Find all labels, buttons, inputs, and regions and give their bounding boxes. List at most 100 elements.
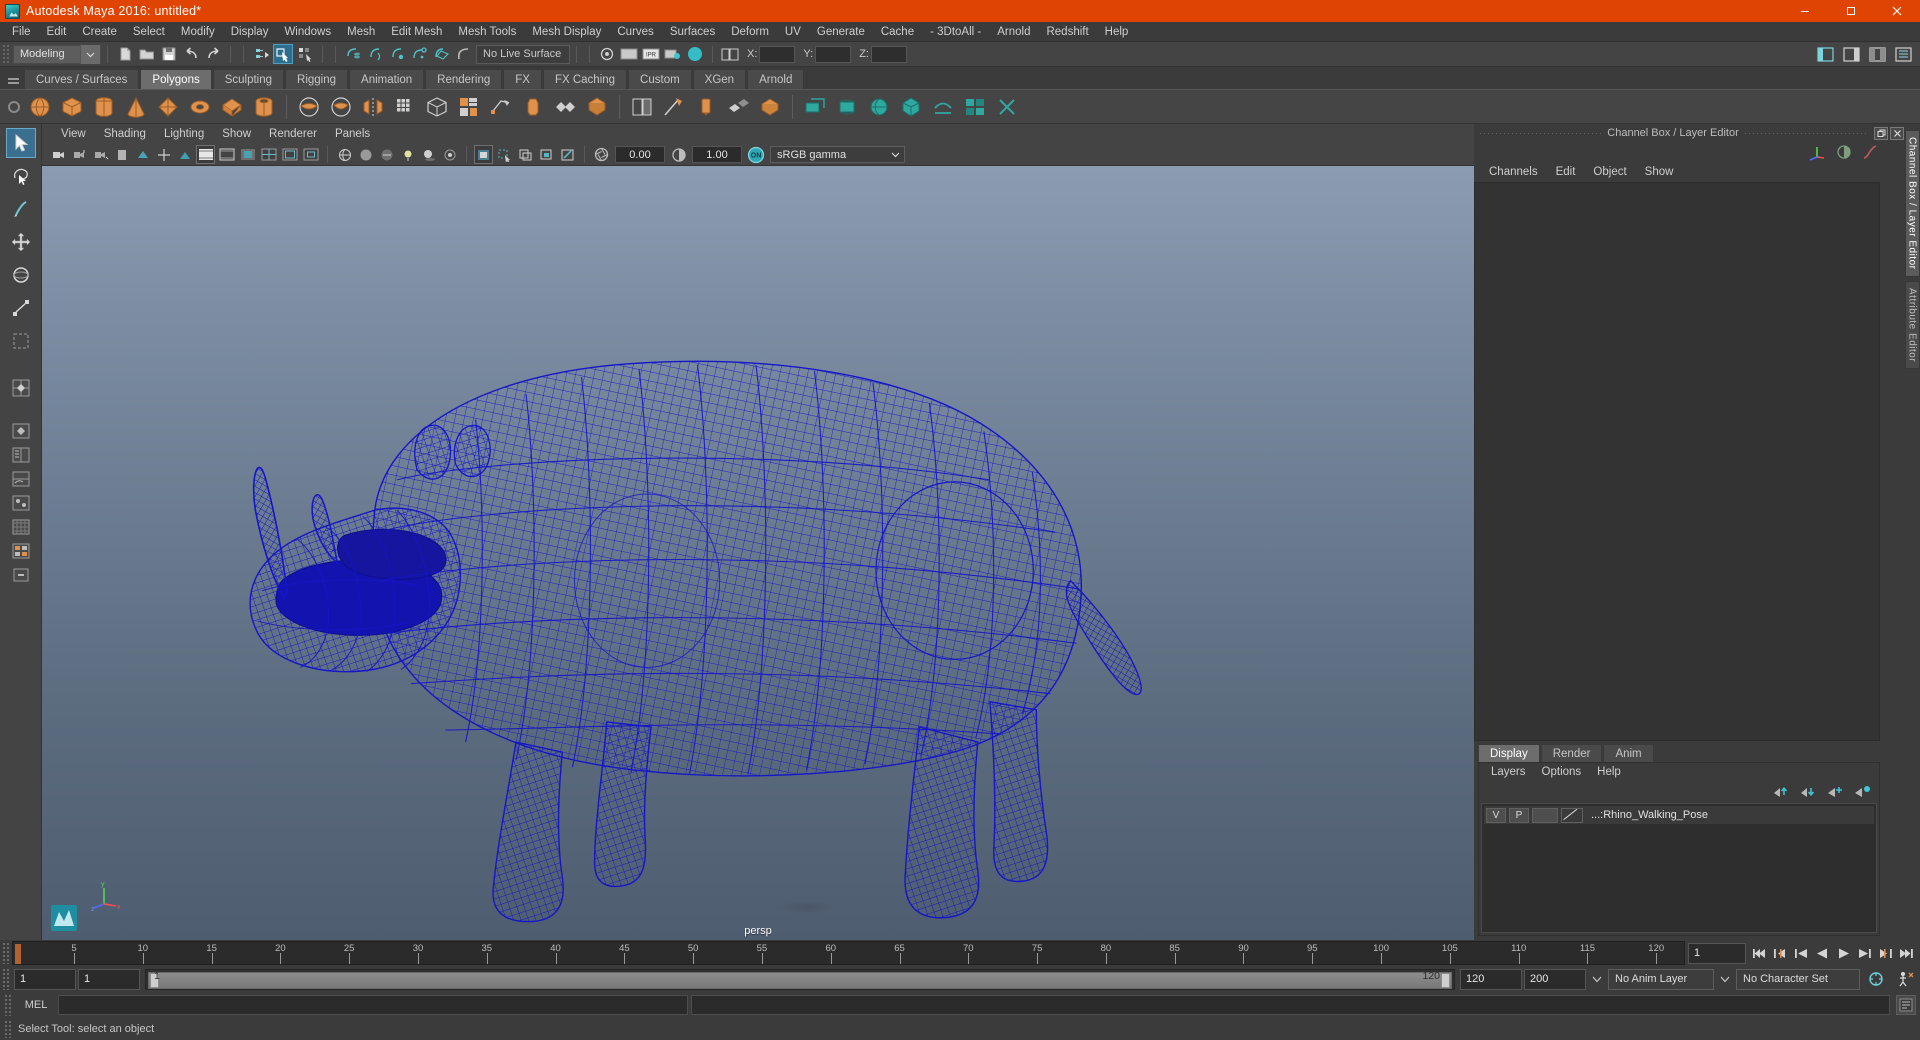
menu-edit[interactable]: Edit <box>39 23 75 41</box>
hypershade-icon[interactable] <box>685 44 705 64</box>
poly-quad-draw-icon[interactable] <box>723 92 753 122</box>
auto-keyframe-toggle-icon[interactable] <box>1862 970 1890 988</box>
safe-title-icon[interactable] <box>301 145 320 164</box>
minimize-icon[interactable] <box>1782 0 1828 22</box>
layout-four-view-icon[interactable] <box>6 373 36 403</box>
layout-single-perspective-icon[interactable] <box>9 420 33 442</box>
poly-crease-icon[interactable] <box>755 92 785 122</box>
menu-redshift[interactable]: Redshift <box>1038 23 1096 41</box>
poly-torus-icon[interactable] <box>185 92 215 122</box>
menu-mesh[interactable]: Mesh <box>339 23 383 41</box>
screen-space-ao-icon[interactable] <box>440 145 459 164</box>
poly-cone-icon[interactable] <box>121 92 151 122</box>
uv-planar-icon[interactable] <box>800 92 830 122</box>
layer-type-toggle[interactable] <box>1532 807 1558 823</box>
poly-boolean-difference-icon[interactable] <box>326 92 356 122</box>
step-forward-keyframe-icon[interactable] <box>1875 942 1895 964</box>
sidebar-channel-box-icon[interactable] <box>1893 44 1913 64</box>
snap-to-grid-icon[interactable] <box>343 44 363 64</box>
render-settings-icon[interactable]: IPR <box>641 44 661 64</box>
menu-surfaces[interactable]: Surfaces <box>662 23 723 41</box>
menu-arnold[interactable]: Arnold <box>989 23 1038 41</box>
layout-persp-graph-icon[interactable] <box>9 468 33 490</box>
current-time-indicator[interactable] <box>15 944 21 964</box>
menu-mesh-display[interactable]: Mesh Display <box>524 23 609 41</box>
uv-unfold-icon[interactable] <box>928 92 958 122</box>
last-tool-used-icon[interactable] <box>6 326 36 356</box>
shelf-tab-custom[interactable]: Custom <box>628 69 692 89</box>
play-backwards-icon[interactable] <box>1812 942 1832 964</box>
menu-cache[interactable]: Cache <box>873 23 922 41</box>
table-row[interactable]: V P ...:Rhino_Walking_Pose <box>1484 806 1874 824</box>
chevron-down-icon[interactable] <box>80 44 100 64</box>
shelf-tab-xgen[interactable]: XGen <box>692 69 747 89</box>
menu-uv[interactable]: UV <box>777 23 809 41</box>
vtab-attribute-editor[interactable]: Attribute Editor <box>1904 280 1920 369</box>
xray-active-components-icon[interactable] <box>558 145 577 164</box>
channel-menu-edit[interactable]: Edit <box>1547 165 1585 179</box>
maximize-icon[interactable] <box>1828 0 1874 22</box>
live-surface-field[interactable]: No Live Surface <box>476 44 570 64</box>
render-current-frame-icon[interactable] <box>597 44 617 64</box>
poly-combine-icon[interactable] <box>454 92 484 122</box>
menu-create[interactable]: Create <box>74 23 125 41</box>
view-transform-enabled-icon[interactable]: ON <box>746 145 765 164</box>
playback-end-time-field[interactable]: 120 <box>1460 968 1522 990</box>
vtab-channel-box-layer-editor[interactable]: Channel Box / Layer Editor <box>1904 130 1920 277</box>
uv-layout-icon[interactable] <box>960 92 990 122</box>
redo-arrow-icon[interactable] <box>203 44 223 64</box>
snap-to-view-plane-icon[interactable] <box>431 44 451 64</box>
panel-menu-shading[interactable]: Shading <box>95 127 155 141</box>
channel-menu-object[interactable]: Object <box>1584 165 1635 179</box>
sidebar-attribute-editor-icon[interactable] <box>1841 44 1861 64</box>
menu-3dtoall[interactable]: - 3DtoAll - <box>922 23 989 41</box>
ipr-render-icon[interactable] <box>619 44 639 64</box>
move-layer-down-icon[interactable] <box>1800 785 1817 798</box>
xray-toggle-icon[interactable] <box>516 145 535 164</box>
tab-render[interactable]: Render <box>1540 744 1603 762</box>
paint-select-tool-icon[interactable] <box>6 194 36 224</box>
range-slider-grip[interactable] <box>2 968 10 990</box>
poly-extrude-icon[interactable] <box>550 92 580 122</box>
safe-action-icon[interactable] <box>280 145 299 164</box>
shelf-tab-fx[interactable]: FX <box>503 69 542 89</box>
channel-box-attribute-icon[interactable] <box>1836 144 1852 160</box>
panel-menu-renderer[interactable]: Renderer <box>260 127 326 141</box>
poly-cube-icon[interactable] <box>57 92 87 122</box>
smooth-shade-all-icon[interactable] <box>356 145 375 164</box>
image-plane-icon[interactable] <box>133 145 152 164</box>
play-forwards-icon[interactable] <box>1833 942 1853 964</box>
poly-cylinder-icon[interactable] <box>89 92 119 122</box>
lock-camera-icon[interactable] <box>70 145 89 164</box>
poly-extract-icon[interactable] <box>486 92 516 122</box>
poly-append-icon[interactable] <box>627 92 657 122</box>
poly-bevel-icon[interactable] <box>518 92 548 122</box>
save-disk-icon[interactable] <box>159 44 179 64</box>
layout-hypershade-icon[interactable] <box>9 492 33 514</box>
transform-x-field[interactable] <box>759 45 796 63</box>
shelf-tab-fx-caching[interactable]: FX Caching <box>542 69 628 89</box>
animation-end-time-field[interactable]: 200 <box>1524 968 1586 990</box>
panel-menu-show[interactable]: Show <box>213 127 260 141</box>
shelf-tab-rendering[interactable]: Rendering <box>425 69 503 89</box>
sidebar-tool-settings-icon[interactable] <box>1867 44 1887 64</box>
menu-mesh-tools[interactable]: Mesh Tools <box>450 23 524 41</box>
panel-menu-lighting[interactable]: Lighting <box>155 127 213 141</box>
panel-menu-view[interactable]: View <box>52 127 95 141</box>
transform-y-field[interactable] <box>815 45 852 63</box>
uv-spherical-icon[interactable] <box>864 92 894 122</box>
layer-visibility-toggle[interactable]: V <box>1486 807 1506 823</box>
create-layer-from-selected-icon[interactable] <box>1854 785 1871 798</box>
camera-attributes-icon[interactable] <box>91 145 110 164</box>
shaded-and-textured-icon[interactable] <box>377 145 396 164</box>
layout-persp-outliner-icon[interactable] <box>9 444 33 466</box>
color-transform-selector[interactable]: sRGB gamma <box>770 146 905 163</box>
shelf-tab-arnold[interactable]: Arnold <box>747 69 805 89</box>
transform-z-field[interactable] <box>870 45 907 63</box>
poly-multicut-icon[interactable] <box>659 92 689 122</box>
animation-start-time-field[interactable]: 1 <box>14 968 76 990</box>
exposure-icon[interactable] <box>592 145 611 164</box>
channel-menu-show[interactable]: Show <box>1636 165 1683 179</box>
go-to-start-icon[interactable] <box>1749 942 1769 964</box>
poly-prism-icon[interactable] <box>217 92 247 122</box>
